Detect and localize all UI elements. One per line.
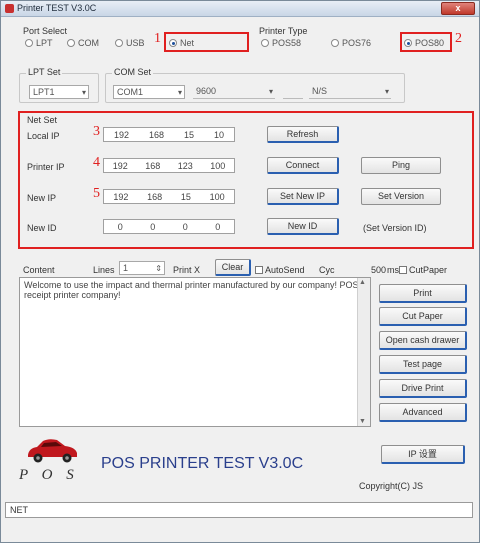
ip-settings-button[interactable]: IP 设置 xyxy=(381,445,465,464)
red-car-logo-icon xyxy=(28,439,77,463)
open-cash-drawer-button[interactable]: Open cash drawer xyxy=(379,331,467,350)
radio-dot-selected-icon xyxy=(404,39,412,47)
radio-dot-icon xyxy=(25,39,33,47)
content-scrollbar[interactable]: ▲ ▼ xyxy=(357,278,370,426)
test-page-button[interactable]: Test page xyxy=(379,355,467,374)
set-version-id-note: (Set Version ID) xyxy=(363,223,427,233)
print-button[interactable]: Print xyxy=(379,284,467,303)
print-mark-label: Print X xyxy=(173,265,201,275)
lpt-port-select[interactable]: LPT1 ▾ xyxy=(29,85,89,99)
new-id-button[interactable]: New ID xyxy=(267,218,339,235)
cut-paper-button[interactable]: Cut Paper xyxy=(379,307,467,326)
scroll-down-icon[interactable]: ▼ xyxy=(359,418,366,425)
printer-ip-label: Printer IP xyxy=(27,162,65,172)
marker-5: 5 xyxy=(93,186,100,201)
radio-port-lpt[interactable]: LPT xyxy=(25,38,53,48)
checkbox-icon xyxy=(255,266,263,274)
radio-port-com[interactable]: COM xyxy=(67,38,99,48)
set-new-ip-button[interactable]: Set New IP xyxy=(267,188,339,205)
radio-dot-icon xyxy=(67,39,75,47)
printer-ip-input[interactable]: 192 168 123 100 xyxy=(103,158,235,173)
marker-2: 2 xyxy=(455,31,462,46)
app-window: Printer TEST V3.0C x Port Select LPT COM… xyxy=(0,0,480,543)
status-text: NET xyxy=(10,505,28,515)
lines-spinner[interactable]: 1 ⇕ xyxy=(119,261,165,275)
port-select-label: Port Select xyxy=(23,26,68,36)
com-port-select[interactable]: COM1 ▾ xyxy=(113,85,185,99)
status-bar: NET xyxy=(5,502,473,518)
spinner-arrows-icon[interactable]: ⇕ xyxy=(155,263,162,275)
radio-dot-selected-icon xyxy=(169,39,177,47)
new-id-label: New ID xyxy=(27,223,57,233)
radio-port-net[interactable]: Net xyxy=(169,38,194,48)
printer-type-label: Printer Type xyxy=(259,26,308,36)
net-set-label: Net Set xyxy=(27,115,58,125)
chevron-down-icon: ▾ xyxy=(384,87,389,96)
new-ip-input[interactable]: 192 168 15 100 xyxy=(103,189,235,204)
parity-select[interactable]: N/S ▾ xyxy=(309,85,391,99)
radio-dot-icon xyxy=(331,39,339,47)
window-title: Printer TEST V3.0C xyxy=(17,3,97,13)
com-set-label: COM Set xyxy=(112,67,154,77)
ms-label: ms xyxy=(387,265,399,275)
chevron-down-icon: ▾ xyxy=(268,87,273,96)
lines-label: Lines xyxy=(93,265,115,275)
title-bar: Printer TEST V3.0C x xyxy=(1,1,479,17)
advanced-button[interactable]: Advanced xyxy=(379,403,467,422)
cycle-label: Cyc xyxy=(319,265,335,275)
radio-port-usb[interactable]: USB xyxy=(115,38,145,48)
refresh-button[interactable]: Refresh xyxy=(267,126,339,143)
clear-button[interactable]: Clear xyxy=(215,259,251,276)
radio-type-pos76[interactable]: POS76 xyxy=(331,38,371,48)
content-textarea[interactable]: Welcome to use the impact and thermal pr… xyxy=(19,277,371,427)
baud-rate-select[interactable]: 9600 ▾ xyxy=(193,85,275,99)
pos-logo-text: P O S xyxy=(19,467,79,483)
radio-type-pos80[interactable]: POS80 xyxy=(404,38,444,48)
marker-1: 1 xyxy=(154,31,161,46)
lpt-set-label: LPT Set xyxy=(26,67,63,77)
printer-app-icon xyxy=(5,4,14,13)
radio-dot-icon xyxy=(261,39,269,47)
auto-send-checkbox[interactable]: AutoSend xyxy=(255,265,305,275)
data-bits-select[interactable] xyxy=(283,85,303,99)
local-ip-label: Local IP xyxy=(27,131,60,141)
cycle-input[interactable]: 500 xyxy=(371,265,386,275)
marker-4: 4 xyxy=(93,155,100,170)
chevron-down-icon: ▾ xyxy=(81,88,86,97)
scroll-up-icon[interactable]: ▲ xyxy=(359,279,366,286)
radio-type-pos58[interactable]: POS58 xyxy=(261,38,301,48)
connect-button[interactable]: Connect xyxy=(267,157,339,174)
content-label: Content xyxy=(23,265,55,275)
new-ip-label: New IP xyxy=(27,193,57,203)
radio-dot-icon xyxy=(115,39,123,47)
checkbox-icon xyxy=(399,266,407,274)
close-button[interactable]: x xyxy=(441,2,475,15)
marker-3: 3 xyxy=(93,124,100,139)
ping-button[interactable]: Ping xyxy=(361,157,441,174)
chevron-down-icon: ▾ xyxy=(177,88,182,97)
drive-print-button[interactable]: Drive Print xyxy=(379,379,467,398)
local-ip-input[interactable]: 192 168 15 10 xyxy=(103,127,235,142)
new-id-input[interactable]: 0 0 0 0 xyxy=(103,219,235,234)
cut-paper-checkbox[interactable]: CutPaper xyxy=(399,265,447,275)
copyright-text: Copyright(C) JS xyxy=(359,481,424,491)
set-version-button[interactable]: Set Version xyxy=(361,188,441,205)
app-big-title: POS PRINTER TEST V3.0C xyxy=(101,455,304,472)
